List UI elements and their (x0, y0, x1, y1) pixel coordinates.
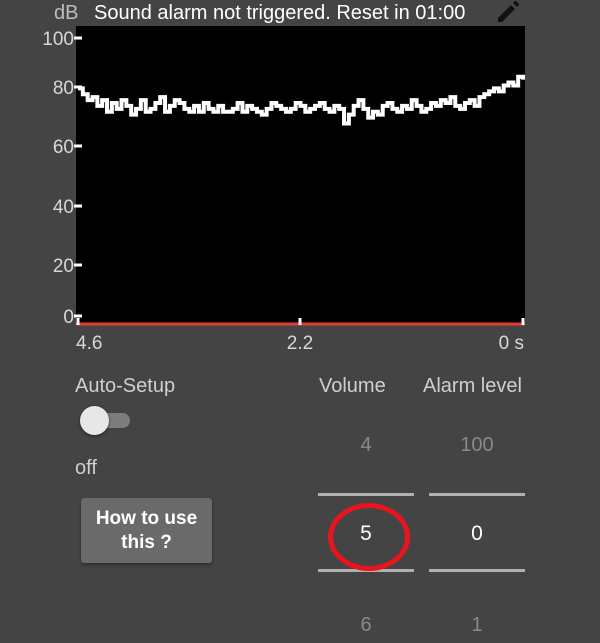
alarm-current-value[interactable]: 0 (429, 522, 525, 546)
picker-divider (429, 569, 525, 572)
y-tick-label: 40 (53, 197, 74, 218)
how-to-use-button[interactable]: How to use this ? (81, 498, 212, 563)
y-tick-label: 20 (53, 256, 74, 277)
alarm-level-picker[interactable]: 100 0 1 (429, 420, 525, 643)
picker-divider (429, 493, 525, 496)
picker-divider (318, 569, 414, 572)
volume-picker[interactable]: 4 5 6 (318, 420, 414, 643)
volume-prev-value[interactable]: 4 (318, 434, 414, 457)
auto-setup-label: Auto-Setup (75, 375, 176, 397)
plot-area (76, 26, 525, 325)
picker-divider (318, 493, 414, 496)
toggle-thumb (80, 406, 109, 435)
alarm-prev-value[interactable]: 100 (429, 434, 525, 457)
volume-title: Volume (319, 375, 386, 397)
volume-next-value[interactable]: 6 (318, 614, 414, 637)
alarm-next-value[interactable]: 1 (429, 614, 525, 637)
how-to-use-label: How to use this ? (95, 507, 198, 553)
auto-setup-state: off (75, 457, 97, 479)
y-tick-label: 100 (42, 29, 74, 50)
x-tick-label: 4.6 (76, 333, 102, 354)
volume-current-value[interactable]: 5 (318, 522, 414, 546)
auto-setup-toggle[interactable] (80, 405, 132, 435)
alarm-level-title: Alarm level (423, 375, 522, 397)
y-tick-label: 80 (53, 78, 74, 99)
sound-level-chart: 100 80 60 40 20 0 4.6 2.2 0 s (42, 26, 525, 354)
y-tick-label: 60 (53, 137, 74, 158)
x-tick-label: 0 s (499, 333, 524, 354)
y-tick-label: 0 (63, 307, 74, 328)
x-tick-label: 2.2 (287, 333, 313, 354)
